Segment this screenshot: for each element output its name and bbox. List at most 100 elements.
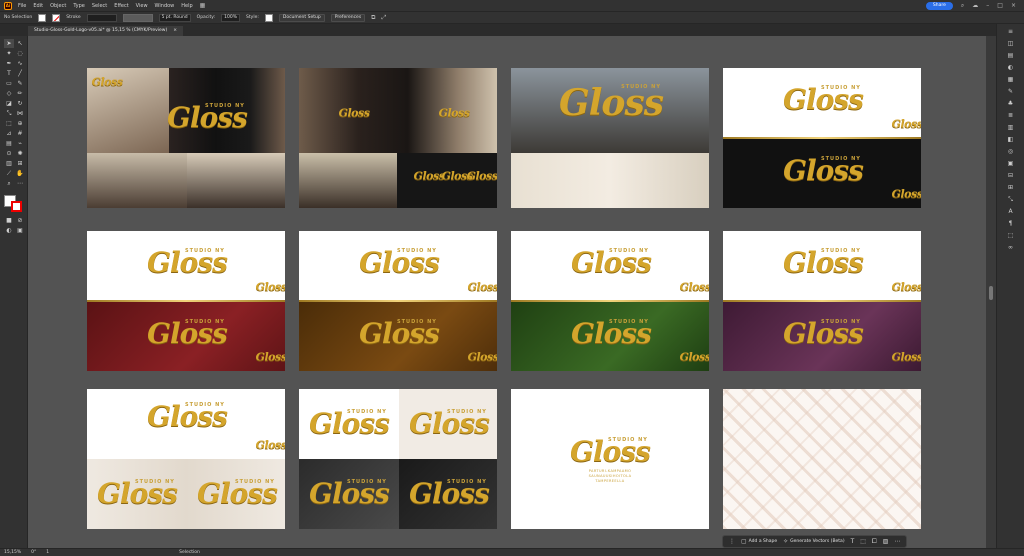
document-setup-button[interactable]: Document Setup (278, 13, 325, 22)
stroke-swatch[interactable] (52, 13, 61, 22)
menu-file[interactable]: File (18, 3, 26, 9)
opacity-field[interactable]: 100% (221, 13, 241, 22)
minimize-icon[interactable]: – (986, 2, 989, 9)
stroke-icon[interactable]: ≣ (1004, 111, 1018, 120)
menu-view[interactable]: View (136, 3, 148, 9)
artboard-2[interactable]: Gloss Gloss Gloss Gloss Gloss (299, 68, 497, 208)
maximize-icon[interactable]: □ (997, 2, 1003, 9)
artboard-9[interactable]: STUDIO NY Gloss STUDIO NY Gloss STUDIO NY G… (87, 389, 285, 529)
direct-selection-icon[interactable]: ↖ (15, 39, 25, 48)
opacity-label[interactable]: Opacity: (197, 15, 216, 20)
stroke-label[interactable]: Stroke (66, 15, 80, 20)
transform-icon[interactable]: ⤡ (1004, 195, 1018, 204)
artboard-11[interactable]: STUDIO NY Gloss PARTURI-KAMPAAMO SAUNAUUS… (511, 389, 709, 529)
pathfinder-icon[interactable]: ⊞ (1004, 183, 1018, 192)
graph-icon[interactable]: ▥ (4, 159, 14, 168)
gradient-icon[interactable]: ▤ (4, 139, 14, 148)
lasso-icon[interactable]: ◌ (15, 49, 25, 58)
scroll-thumb[interactable] (989, 286, 993, 300)
menu-effect[interactable]: Effect (114, 3, 128, 9)
artboard-navigator[interactable]: 1 (46, 550, 49, 555)
artboard-icon[interactable]: ⊞ (15, 159, 25, 168)
color-icon[interactable]: ◐ (1004, 63, 1018, 72)
swatches-icon[interactable]: ▦ (1004, 75, 1018, 84)
crop-icon[interactable]: ⧠ (872, 538, 877, 546)
more-tools-icon[interactable]: ⋯ (15, 179, 25, 188)
eyedropper-icon[interactable]: ⌁ (15, 139, 25, 148)
artboard-1[interactable]: Gloss STUDIO NY Gloss (87, 68, 285, 208)
appearance-icon[interactable]: ◎ (1004, 147, 1018, 156)
cloud-icon[interactable]: ☁ (972, 2, 978, 9)
menu-type[interactable]: Type (73, 3, 84, 9)
menu-help[interactable]: Help (181, 3, 192, 9)
draw-mode-icon[interactable]: ◐ (4, 226, 14, 235)
gradient-panel-icon[interactable]: ▥ (1004, 123, 1018, 132)
symbol-sprayer-icon[interactable]: ✺ (15, 149, 25, 158)
fill-stroke-widget[interactable] (4, 195, 24, 213)
fill-swatch[interactable] (38, 13, 47, 22)
slice-icon[interactable]: ⟋ (4, 169, 14, 178)
artboard-4[interactable]: STUDIO NY Gloss STUDIO NY Gloss Gloss Glos… (723, 68, 921, 208)
workspace-switcher-icon[interactable]: ▦ (200, 2, 206, 9)
vertical-scrollbar[interactable] (986, 36, 996, 548)
stroke-weight-field[interactable] (86, 13, 117, 22)
color-mode-icon[interactable]: ■ (4, 216, 14, 225)
paintbrush-icon[interactable]: ✎ (15, 79, 25, 88)
free-transform-icon[interactable]: ⬚ (4, 119, 14, 128)
menu-select[interactable]: Select (92, 3, 107, 9)
mesh-icon[interactable]: # (15, 129, 25, 138)
artboard-8[interactable]: STUDIO NY Gloss STUDIO NY Gloss Gloss Glos… (723, 231, 921, 371)
shaper-icon[interactable]: ◇ (4, 89, 14, 98)
rotation-value[interactable]: 0° (31, 550, 36, 555)
drag-handle-icon[interactable]: ⋮ (729, 538, 735, 545)
pencil-icon[interactable]: ✏ (15, 89, 25, 98)
hand-icon[interactable]: ✋ (15, 169, 25, 178)
pen-icon[interactable]: ✒ (4, 59, 14, 68)
selection-icon[interactable]: ➤ (4, 39, 14, 48)
generate-vectors-button[interactable]: ✧ Generate Vectors (Beta) (783, 538, 844, 545)
type-icon[interactable]: T (4, 69, 14, 78)
align-icon[interactable]: ⊟ (1004, 171, 1018, 180)
graphic-style-swatch[interactable] (264, 13, 273, 22)
panel-menu-icon[interactable]: ⤢ (381, 14, 386, 22)
artboards-icon[interactable]: ⬚ (1004, 231, 1018, 240)
rectangle-icon[interactable]: ▭ (4, 79, 14, 88)
type-tool-icon[interactable]: T (851, 538, 855, 545)
artboard-7[interactable]: STUDIO NY Gloss STUDIO NY Gloss Gloss Glos… (511, 231, 709, 371)
menu-edit[interactable]: Edit (33, 3, 43, 9)
symbols-icon[interactable]: ♣ (1004, 99, 1018, 108)
paragraph-icon[interactable]: ¶ (1004, 219, 1018, 228)
menu-window[interactable]: Window (155, 3, 175, 9)
close-tab-icon[interactable]: × (173, 26, 177, 36)
graphic-styles-icon[interactable]: ▣ (1004, 159, 1018, 168)
shape-builder-icon[interactable]: ⊕ (15, 119, 25, 128)
menu-object[interactable]: Object (50, 3, 66, 9)
screen-mode-icon[interactable]: ▣ (15, 226, 25, 235)
artboard-6[interactable]: STUDIO NY Gloss STUDIO NY Gloss Gloss Glos… (299, 231, 497, 371)
brushes-icon[interactable]: ✎ (1004, 87, 1018, 96)
frame-icon[interactable]: ⬚ (860, 538, 866, 545)
document-tab[interactable]: Studio-Gloss-Gold-Logo-v05.ai* @ 15,15 %… (28, 26, 184, 36)
add-shape-button[interactable]: ▢ Add a Shape (741, 538, 777, 545)
links-icon[interactable]: ∞ (1004, 243, 1018, 252)
artboard-3[interactable]: STUDIO NY Gloss (511, 68, 709, 208)
perspective-icon[interactable]: ⊿ (4, 129, 14, 138)
zoom-level[interactable]: 15,15% (4, 550, 21, 555)
curvature-icon[interactable]: ∿ (15, 59, 25, 68)
eraser-icon[interactable]: ◪ (4, 99, 14, 108)
share-button[interactable]: Share (925, 1, 953, 10)
magic-wand-icon[interactable]: ✦ (4, 49, 14, 58)
arrange-icon[interactable]: ⧉ (371, 14, 375, 22)
image-icon[interactable]: ▨ (883, 538, 889, 545)
rotate-icon[interactable]: ↻ (15, 99, 25, 108)
blend-icon[interactable]: ⊙ (4, 149, 14, 158)
libraries-icon[interactable]: ▤ (1004, 51, 1018, 60)
artboard-5[interactable]: STUDIO NY Gloss STUDIO NY Gloss Gloss Glos… (87, 231, 285, 371)
layers-icon[interactable]: ◫ (1004, 39, 1018, 48)
variable-width-profile[interactable] (122, 13, 153, 22)
zoom-icon[interactable]: ⌕ (4, 179, 14, 188)
properties-icon[interactable]: ≡ (1004, 27, 1018, 36)
preferences-button[interactable]: Preferences (330, 13, 366, 22)
search-icon[interactable]: ⌕ (961, 2, 964, 10)
close-window-icon[interactable]: × (1011, 2, 1016, 9)
